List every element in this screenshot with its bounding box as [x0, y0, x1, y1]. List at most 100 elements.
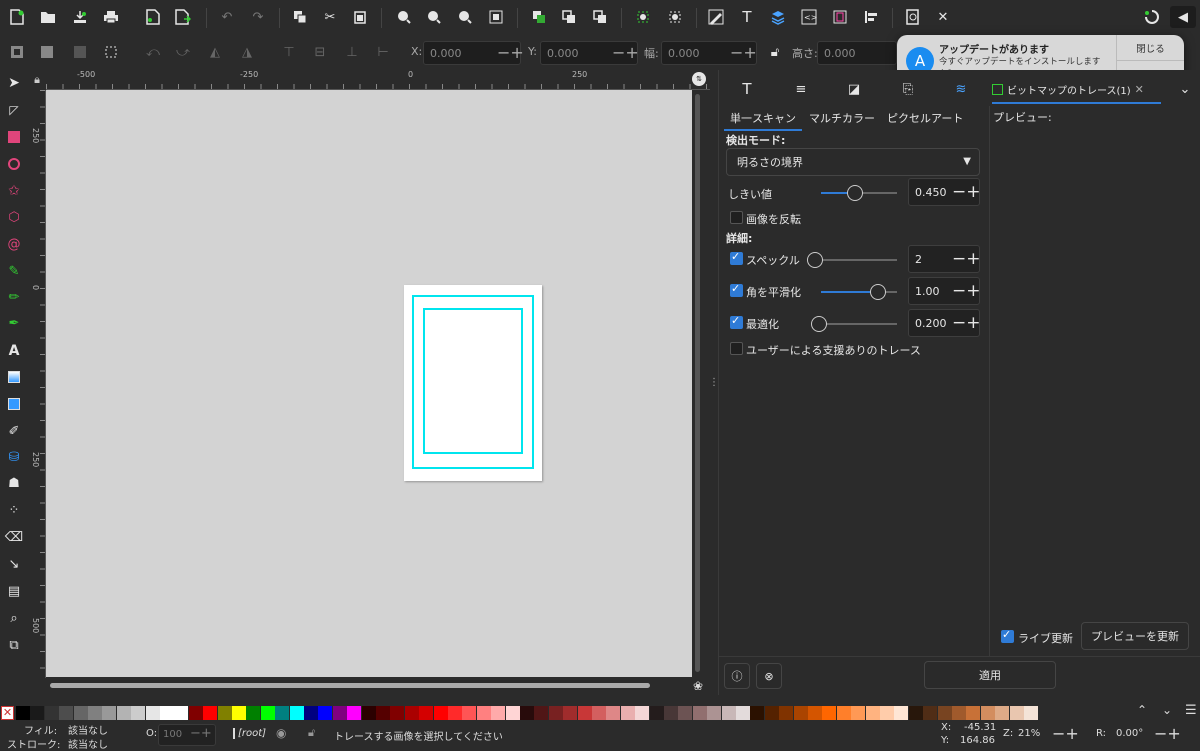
palette-scroll-up-icon[interactable]: ⌃ [1137, 703, 1147, 717]
lock-ratio-icon[interactable]: 🔓︎ [764, 41, 786, 63]
export-icon[interactable] [172, 6, 194, 28]
invert-checkbox[interactable] [730, 211, 743, 224]
node-tool-icon[interactable]: ◸ [3, 99, 25, 121]
redo-icon[interactable]: ↷ [247, 6, 269, 28]
dock-menu-chevron-icon[interactable]: ⌄ [1174, 78, 1196, 100]
tab-single-scan[interactable]: 単一スキャン [724, 110, 802, 131]
3dbox-tool-icon[interactable]: ⬡ [3, 206, 25, 228]
sidebar-toggle-icon[interactable]: ◀ [1170, 6, 1196, 28]
snap-icon[interactable] [1141, 6, 1163, 28]
flip-v-icon[interactable]: ◮ [236, 41, 258, 63]
align-left-icon[interactable]: ⊢ [372, 41, 394, 63]
pages-tool-icon[interactable]: ▤ [3, 580, 25, 602]
palette-swatch[interactable] [764, 706, 779, 720]
ruler-corner-lock-icon[interactable]: 🔒︎ [28, 70, 46, 90]
optimize-slider[interactable] [811, 316, 897, 332]
palette-swatch[interactable] [275, 706, 290, 720]
ungroup-icon[interactable] [558, 6, 580, 28]
palette-swatch[interactable] [836, 706, 851, 720]
measure-tool-icon[interactable]: ⧉ [3, 634, 25, 656]
flip-h-icon[interactable]: ◭ [204, 41, 226, 63]
palette-swatch[interactable] [88, 706, 102, 720]
copy-icon[interactable] [289, 6, 311, 28]
threshold-minus-plus[interactable]: −+ [952, 184, 981, 201]
align-middle-icon[interactable]: ⊟ [309, 41, 331, 63]
palette-swatch[interactable] [203, 706, 218, 720]
pencil-tool-icon[interactable]: ✏ [3, 286, 25, 308]
palette-swatch[interactable] [750, 706, 765, 720]
slider-knob[interactable] [807, 252, 823, 268]
save-icon[interactable] [69, 6, 91, 28]
palette-swatch[interactable] [678, 706, 693, 720]
undo-icon[interactable]: ↶ [216, 6, 238, 28]
palette-swatch[interactable] [664, 706, 678, 720]
palette-swatch[interactable] [649, 706, 664, 720]
tweak-tool-icon[interactable]: ☗ [3, 472, 25, 494]
palette-menu-icon[interactable]: ☰ [1185, 703, 1197, 718]
rotate-value[interactable]: 0.00° [1116, 728, 1143, 739]
xml-icon[interactable]: <> [798, 6, 820, 28]
palette-swatch[interactable] [721, 706, 736, 720]
palette-swatch[interactable] [246, 706, 261, 720]
palette-swatch[interactable] [188, 706, 203, 720]
align-top-icon[interactable]: ⊤ [278, 41, 300, 63]
palette-swatch[interactable] [548, 706, 563, 720]
trace-tab[interactable]: ビットマップのトレース(1) ✕ [992, 76, 1161, 104]
zoom-minus-plus[interactable]: −+ [1052, 724, 1079, 743]
palette-swatch[interactable] [232, 706, 246, 720]
smooth-minus-plus[interactable]: −+ [952, 283, 981, 300]
zoom-tool-icon[interactable]: ⌕ [3, 607, 25, 629]
x-minus-plus[interactable]: −+ [497, 45, 524, 61]
live-update-checkbox[interactable] [1001, 628, 1014, 643]
spray-tool-icon[interactable]: ⁘ [3, 499, 25, 521]
palette-swatch[interactable] [448, 706, 462, 720]
group-icon[interactable] [528, 6, 550, 28]
palette-swatch[interactable] [563, 706, 578, 720]
print-icon[interactable] [100, 6, 122, 28]
palette-swatch[interactable] [160, 706, 174, 720]
text-tool-icon[interactable]: A [3, 340, 25, 362]
select-all-icon[interactable] [6, 41, 28, 63]
notification-close-button[interactable]: 閉じる [1116, 35, 1184, 61]
rotate-cw-icon[interactable]: ⤻ [172, 41, 194, 63]
palette-swatch[interactable] [1024, 706, 1038, 720]
palette-swatch[interactable] [980, 706, 995, 720]
palette-swatch[interactable] [937, 706, 952, 720]
node-icon[interactable] [632, 6, 654, 28]
palette-swatch[interactable] [30, 706, 45, 720]
palette-swatch[interactable] [865, 706, 880, 720]
palette-swatch[interactable] [534, 706, 549, 720]
palette-swatch[interactable] [404, 706, 419, 720]
palette-swatch[interactable] [736, 706, 750, 720]
horizontal-scrollbar[interactable] [46, 677, 692, 695]
palette-swatch[interactable] [102, 706, 117, 720]
palette-swatch[interactable] [822, 706, 837, 720]
align-bottom-icon[interactable]: ⊥ [341, 41, 363, 63]
palette-swatch[interactable] [433, 706, 448, 720]
dock-text-icon[interactable]: T [736, 78, 758, 100]
palette-swatch[interactable] [59, 706, 74, 720]
palette-swatch[interactable] [592, 706, 606, 720]
palette-swatch[interactable] [577, 706, 592, 720]
pen-tool-icon[interactable]: ✎ [3, 260, 25, 282]
layers-icon[interactable] [767, 6, 789, 28]
cut-icon[interactable]: ✂ [319, 6, 341, 28]
tab-multicolor[interactable]: マルチカラー [809, 110, 875, 126]
dock-align-icon[interactable]: ≡ [790, 78, 812, 100]
smooth-checkbox[interactable] [730, 282, 743, 297]
palette-swatch[interactable] [851, 706, 866, 720]
speckle-checkbox[interactable] [730, 250, 743, 265]
stop-icon[interactable]: ⊗ [756, 663, 782, 689]
optimize-checkbox[interactable] [730, 314, 743, 329]
no-paint-swatch[interactable]: ✕ [1, 706, 14, 720]
bbox-icon[interactable] [100, 41, 122, 63]
h-field[interactable]: 0.000 [817, 41, 897, 65]
info-icon[interactable]: ⓘ [724, 663, 750, 689]
dock-layers-icon[interactable]: ≋ [950, 78, 972, 100]
palette-swatch[interactable] [476, 706, 491, 720]
select-all-layers-icon[interactable] [36, 41, 58, 63]
preferences-icon[interactable] [902, 6, 924, 28]
palette-swatch[interactable] [44, 706, 59, 720]
palette-swatch[interactable] [606, 706, 621, 720]
y-minus-plus[interactable]: −+ [612, 45, 639, 61]
